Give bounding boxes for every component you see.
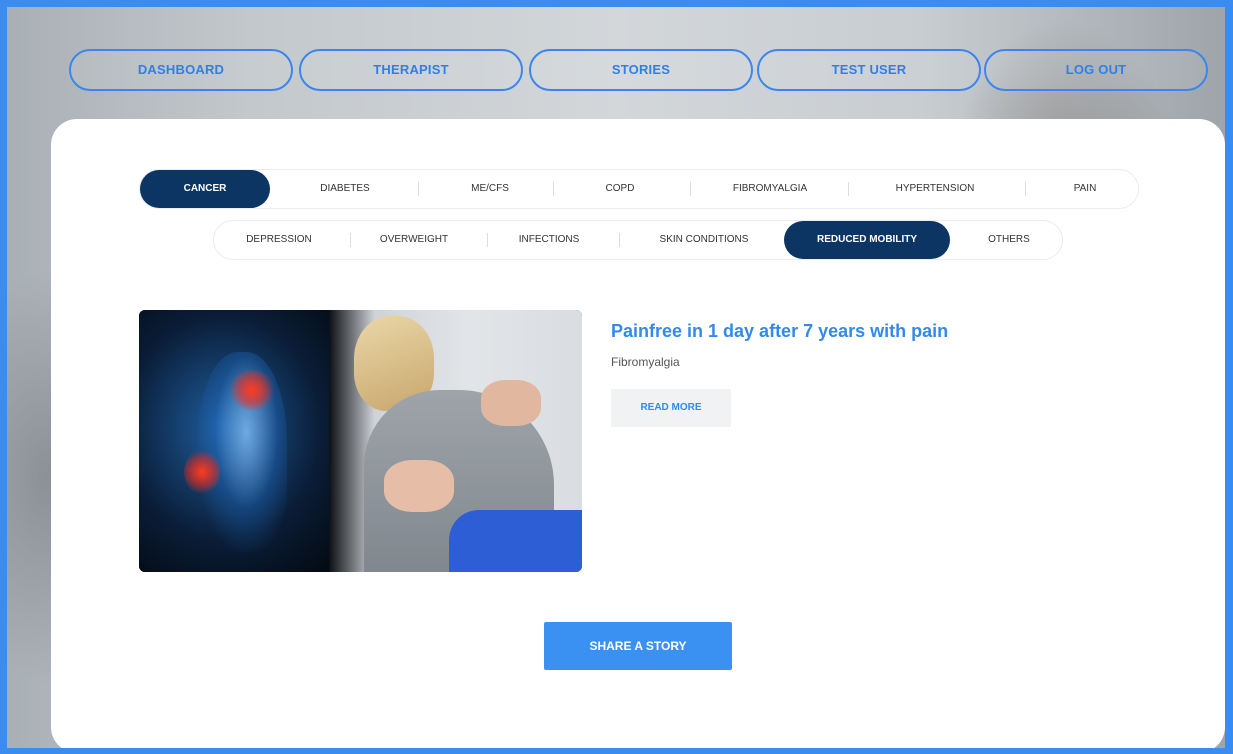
nav-test-user-button[interactable]: TEST USER bbox=[757, 49, 981, 91]
category-tabs-row-2: DEPRESSION OVERWEIGHT INFECTIONS SKIN CO… bbox=[213, 220, 1063, 260]
tab-separator bbox=[418, 182, 419, 196]
nav-dashboard-button[interactable]: DASHBOARD bbox=[69, 49, 293, 91]
tab-infections[interactable]: INFECTIONS bbox=[484, 221, 614, 259]
read-more-button[interactable]: READ MORE bbox=[611, 389, 731, 427]
story-title-link[interactable]: Painfree in 1 day after 7 years with pai… bbox=[611, 321, 948, 342]
tab-pain[interactable]: PAIN bbox=[1035, 170, 1135, 208]
tab-reduced-mobility[interactable]: REDUCED MOBILITY bbox=[784, 221, 950, 259]
category-tabs-row-1: CANCER DIABETES ME/CFS COPD FIBROMYALGIA… bbox=[139, 169, 1139, 209]
tab-cancer[interactable]: CANCER bbox=[140, 170, 270, 208]
nav-stories-button[interactable]: STORIES bbox=[529, 49, 753, 91]
back-pain-highlight bbox=[184, 450, 220, 494]
share-story-button[interactable]: SHARE A STORY bbox=[544, 622, 732, 670]
tab-fibromyalgia[interactable]: FIBROMYALGIA bbox=[695, 170, 845, 208]
therapist-sleeve bbox=[449, 510, 582, 572]
tab-others[interactable]: OTHERS bbox=[959, 221, 1059, 259]
story-image[interactable] bbox=[139, 310, 582, 572]
nav-therapist-button[interactable]: THERAPIST bbox=[299, 49, 523, 91]
top-navigation: DASHBOARD THERAPIST STORIES TEST USER LO… bbox=[69, 49, 1209, 91]
tab-skin-conditions[interactable]: SKIN CONDITIONS bbox=[624, 221, 784, 259]
tab-separator bbox=[619, 233, 620, 247]
tab-diabetes[interactable]: DIABETES bbox=[280, 170, 410, 208]
tab-overweight[interactable]: OVERWEIGHT bbox=[349, 221, 479, 259]
app-window: DASHBOARD THERAPIST STORIES TEST USER LO… bbox=[0, 0, 1233, 754]
tab-me-cfs[interactable]: ME/CFS bbox=[425, 170, 555, 208]
tab-hypertension[interactable]: HYPERTENSION bbox=[855, 170, 1015, 208]
story-category: Fibromyalgia bbox=[611, 355, 680, 369]
neck-pain-highlight bbox=[229, 370, 275, 410]
stories-card: CANCER DIABETES ME/CFS COPD FIBROMYALGIA… bbox=[51, 119, 1225, 748]
tab-copd[interactable]: COPD bbox=[555, 170, 685, 208]
therapist-hand bbox=[481, 380, 541, 426]
nav-log-out-button[interactable]: LOG OUT bbox=[984, 49, 1208, 91]
tab-depression[interactable]: DEPRESSION bbox=[214, 221, 344, 259]
therapist-hand bbox=[384, 460, 454, 512]
tab-separator bbox=[553, 182, 554, 196]
tab-separator bbox=[1025, 182, 1026, 196]
tab-separator bbox=[690, 182, 691, 196]
tab-separator bbox=[848, 182, 849, 196]
